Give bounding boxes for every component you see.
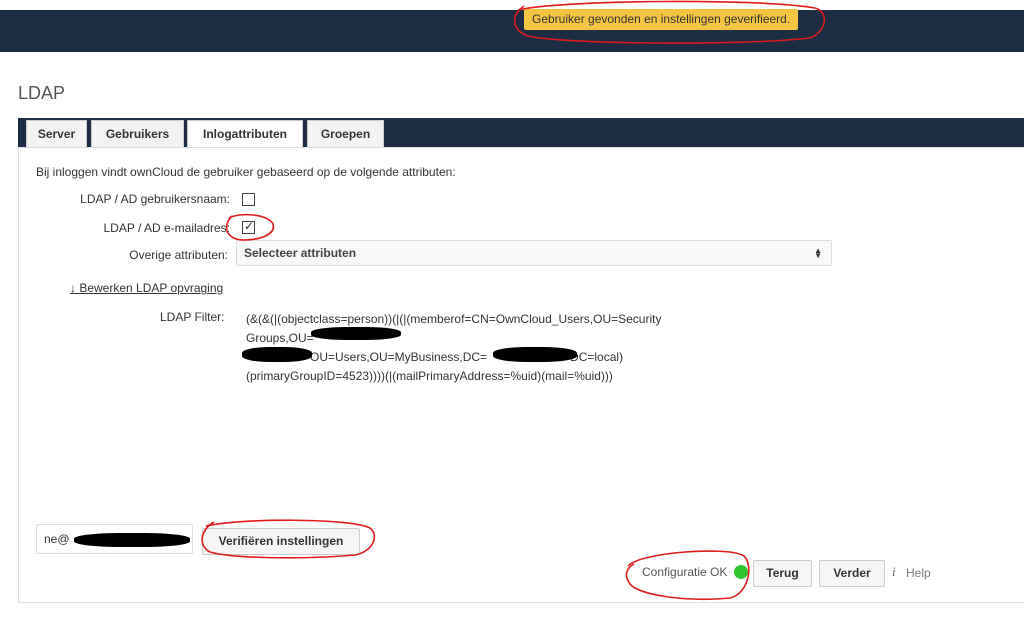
top-bar: [0, 10, 1024, 52]
redaction-mark: [242, 347, 312, 362]
tab-inlogattributen[interactable]: Inlogattributen: [187, 120, 303, 149]
select-caret-icon: ▲ ▼: [814, 246, 822, 260]
edit-ldap-query-link[interactable]: ↓ Bewerken LDAP opvraging: [70, 281, 223, 295]
ldap-filter-line: (primaryGroupID=4523))))(|(mailPrimaryAd…: [246, 369, 613, 383]
login-attributes-description: Bij inloggen vindt ownCloud de gebruiker…: [36, 165, 456, 179]
checkmark-icon: ✓: [244, 219, 255, 233]
username-attribute-checkbox[interactable]: [242, 193, 255, 206]
redaction-mark: [311, 327, 401, 340]
ldap-filter-label: LDAP Filter:: [160, 310, 225, 324]
ldap-filter-line: (&(&(|(objectclass=person))(|(|(memberof…: [246, 312, 662, 326]
status-ok-indicator: [734, 565, 748, 579]
verify-settings-button[interactable]: Verifiëren instellingen: [202, 528, 360, 555]
tab-groepen[interactable]: Groepen: [307, 120, 384, 148]
configuration-status-text: Configuratie OK: [642, 565, 728, 579]
back-button[interactable]: Terug: [753, 560, 812, 587]
ldap-filter-text: (&(&(|(objectclass=person))(|(|(memberof…: [246, 310, 706, 386]
username-attribute-label: LDAP / AD gebruikersnaam:: [80, 192, 230, 206]
other-attributes-label: Overige attributen:: [129, 248, 228, 262]
help-link[interactable]: Help: [906, 566, 931, 580]
tab-server[interactable]: Server: [26, 120, 87, 148]
other-attributes-select-value: Selecteer attributen: [244, 246, 357, 260]
email-attribute-checkbox[interactable]: ✓: [242, 219, 255, 234]
redaction-mark: [74, 533, 190, 547]
email-attribute-label: LDAP / AD e-mailadres:: [103, 221, 231, 235]
tab-gebruikers[interactable]: Gebruikers: [91, 120, 184, 148]
info-icon[interactable]: i: [892, 564, 896, 580]
ldap-filter-line: OU=Users,OU=MyBusiness,DC= DC=local): [310, 350, 624, 364]
other-attributes-select[interactable]: Selecteer attributen ▲ ▼: [236, 240, 832, 266]
page-title: LDAP: [18, 83, 66, 103]
redaction-mark: [493, 347, 577, 362]
next-button[interactable]: Verder: [819, 560, 885, 587]
notification-banner: Gebruiker gevonden en instellingen gever…: [524, 9, 799, 30]
